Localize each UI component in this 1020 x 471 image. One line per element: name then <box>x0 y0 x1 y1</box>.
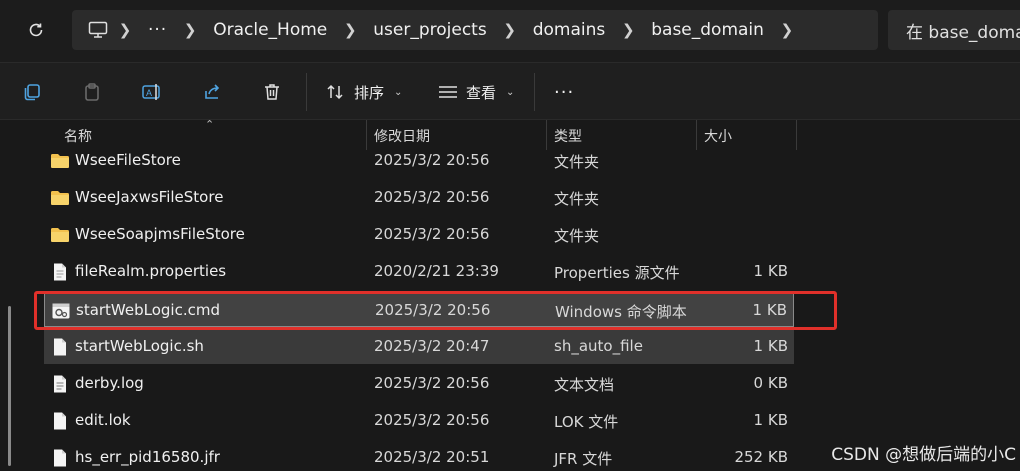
chevron-right-icon[interactable]: ❯ <box>177 21 203 39</box>
file-date: 2025/3/2 20:56 <box>374 188 490 206</box>
chevron-right-icon[interactable]: ❯ <box>615 21 641 39</box>
rename-button[interactable]: A <box>134 75 170 109</box>
file-type: 文件夹 <box>554 153 600 171</box>
file-name[interactable]: WseeJaxwsFileStore <box>75 188 223 206</box>
file-name[interactable]: fileRealm.properties <box>75 262 226 280</box>
file-type: JFR 文件 <box>554 450 613 468</box>
file-row[interactable]: hs_err_pid16580.jfr 2025/3/2 20:51 JFR 文… <box>44 441 794 471</box>
copy-icon <box>24 84 40 101</box>
delete-button[interactable] <box>254 75 290 109</box>
chevron-down-icon: ⌄ <box>394 86 403 98</box>
sort-label: 排序 <box>354 83 385 102</box>
chevron-right-icon[interactable]: ❯ <box>774 21 800 39</box>
file-name[interactable]: edit.lok <box>75 411 131 429</box>
column-header-size[interactable]: 大小 <box>704 126 732 146</box>
file-row[interactable]: derby.log 2025/3/2 20:56 文本文档 0 KB <box>44 367 794 401</box>
text-file-icon <box>54 375 66 393</box>
chevron-right-icon[interactable]: ❯ <box>337 21 363 39</box>
rename-icon: A <box>142 84 160 100</box>
chevron-right-icon[interactable]: ❯ <box>112 21 138 39</box>
toolbar-divider <box>534 73 535 111</box>
file-date: 2025/3/2 20:56 <box>374 374 490 392</box>
view-button[interactable]: 查看 ⌄ <box>438 75 514 109</box>
share-icon <box>205 84 220 99</box>
breadcrumb-item-base-domain[interactable]: base_domain <box>641 20 774 40</box>
file-date: 2025/3/2 20:56 <box>374 225 490 243</box>
file-row[interactable]: startWebLogic.sh 2025/3/2 20:47 sh_auto_… <box>44 330 794 364</box>
file-row[interactable]: WseeJaxwsFileStore 2025/3/2 20:56 文件夹 <box>44 181 794 215</box>
file-row[interactable]: WseeFileStore 2025/3/2 20:56 文件夹 <box>44 144 794 178</box>
file-size: 1 KB <box>753 337 788 355</box>
file-row[interactable]: edit.lok 2025/3/2 20:56 LOK 文件 1 KB <box>44 404 794 438</box>
file-type: sh_auto_file <box>554 337 643 355</box>
search-input[interactable]: 在 base_domain 中搜索 <box>888 10 1020 50</box>
file-icon <box>54 338 66 356</box>
watermark: CSDN @想做后端的小C <box>831 445 1016 465</box>
view-label: 查看 <box>466 83 497 102</box>
copy-button[interactable] <box>14 75 50 109</box>
refresh-button[interactable] <box>20 14 52 46</box>
breadcrumb-item-domains[interactable]: domains <box>523 20 616 40</box>
chevron-right-icon[interactable]: ❯ <box>497 21 523 39</box>
column-header-type[interactable]: 类型 <box>554 126 582 146</box>
breadcrumb-item-user-projects[interactable]: user_projects <box>363 20 496 40</box>
address-bar-row: ❯ ··· ❯ Oracle_Home ❯ user_projects ❯ do… <box>0 0 1020 62</box>
file-type: 文件夹 <box>554 190 600 208</box>
file-icon <box>54 412 66 430</box>
breadcrumb[interactable]: ❯ ··· ❯ Oracle_Home ❯ user_projects ❯ do… <box>72 10 878 50</box>
file-row[interactable]: fileRealm.properties 2020/2/21 23:39 Pro… <box>44 255 794 289</box>
file-name[interactable]: WseeFileStore <box>75 151 181 169</box>
more-options-button[interactable]: ··· <box>554 75 574 109</box>
view-icon <box>439 86 457 98</box>
clipboard-icon <box>85 83 99 101</box>
toolbar-divider <box>306 73 307 111</box>
file-size: 1 KB <box>753 262 788 280</box>
breadcrumb-item-oracle-home[interactable]: Oracle_Home <box>203 20 337 40</box>
file-name[interactable]: WseeSoapjmsFileStore <box>75 225 245 243</box>
sort-ascending-icon: ⌃ <box>205 118 215 131</box>
folder-icon <box>51 191 69 205</box>
file-type: 文本文档 <box>554 376 615 394</box>
file-date: 2025/3/2 20:56 <box>374 411 490 429</box>
file-size: 252 KB <box>734 448 788 466</box>
file-date: 2020/2/21 23:39 <box>374 262 499 280</box>
file-size: 0 KB <box>753 374 788 392</box>
trash-icon <box>265 84 279 100</box>
folder-icon <box>51 228 69 242</box>
share-button[interactable] <box>194 75 230 109</box>
column-header-date[interactable]: 修改日期 <box>374 126 430 146</box>
chevron-down-icon: ⌄ <box>506 86 515 98</box>
paste-button[interactable] <box>74 75 110 109</box>
file-name[interactable]: startWebLogic.sh <box>75 337 204 355</box>
file-name[interactable]: hs_err_pid16580.jfr <box>75 448 220 466</box>
refresh-icon <box>29 23 43 37</box>
file-icon <box>54 263 66 281</box>
file-date: 2025/3/2 20:51 <box>374 448 490 466</box>
file-icon <box>54 449 66 467</box>
file-type: 文件夹 <box>554 227 600 245</box>
svg-text:A: A <box>146 88 152 98</box>
file-date: 2025/3/2 20:47 <box>374 337 490 355</box>
column-divider[interactable] <box>796 120 797 150</box>
red-highlight-box <box>34 291 837 330</box>
file-type: LOK 文件 <box>554 413 619 431</box>
sort-button[interactable]: 排序 ⌄ <box>326 75 402 109</box>
file-type: Properties 源文件 <box>554 264 680 282</box>
file-name[interactable]: derby.log <box>75 374 144 392</box>
folder-icon <box>51 154 69 168</box>
pc-icon[interactable] <box>84 10 112 50</box>
breadcrumb-more[interactable]: ··· <box>138 20 177 40</box>
command-toolbar: A 排序 ⌄ 查看 ⌄ ··· <box>0 62 1020 120</box>
sort-icon <box>327 84 343 100</box>
file-date: 2025/3/2 20:56 <box>374 151 490 169</box>
column-header-name[interactable]: 名称 <box>64 126 92 146</box>
scrollbar-thumb[interactable] <box>8 306 11 466</box>
file-row[interactable]: WseeSoapjmsFileStore 2025/3/2 20:56 文件夹 <box>44 218 794 252</box>
file-size: 1 KB <box>753 411 788 429</box>
